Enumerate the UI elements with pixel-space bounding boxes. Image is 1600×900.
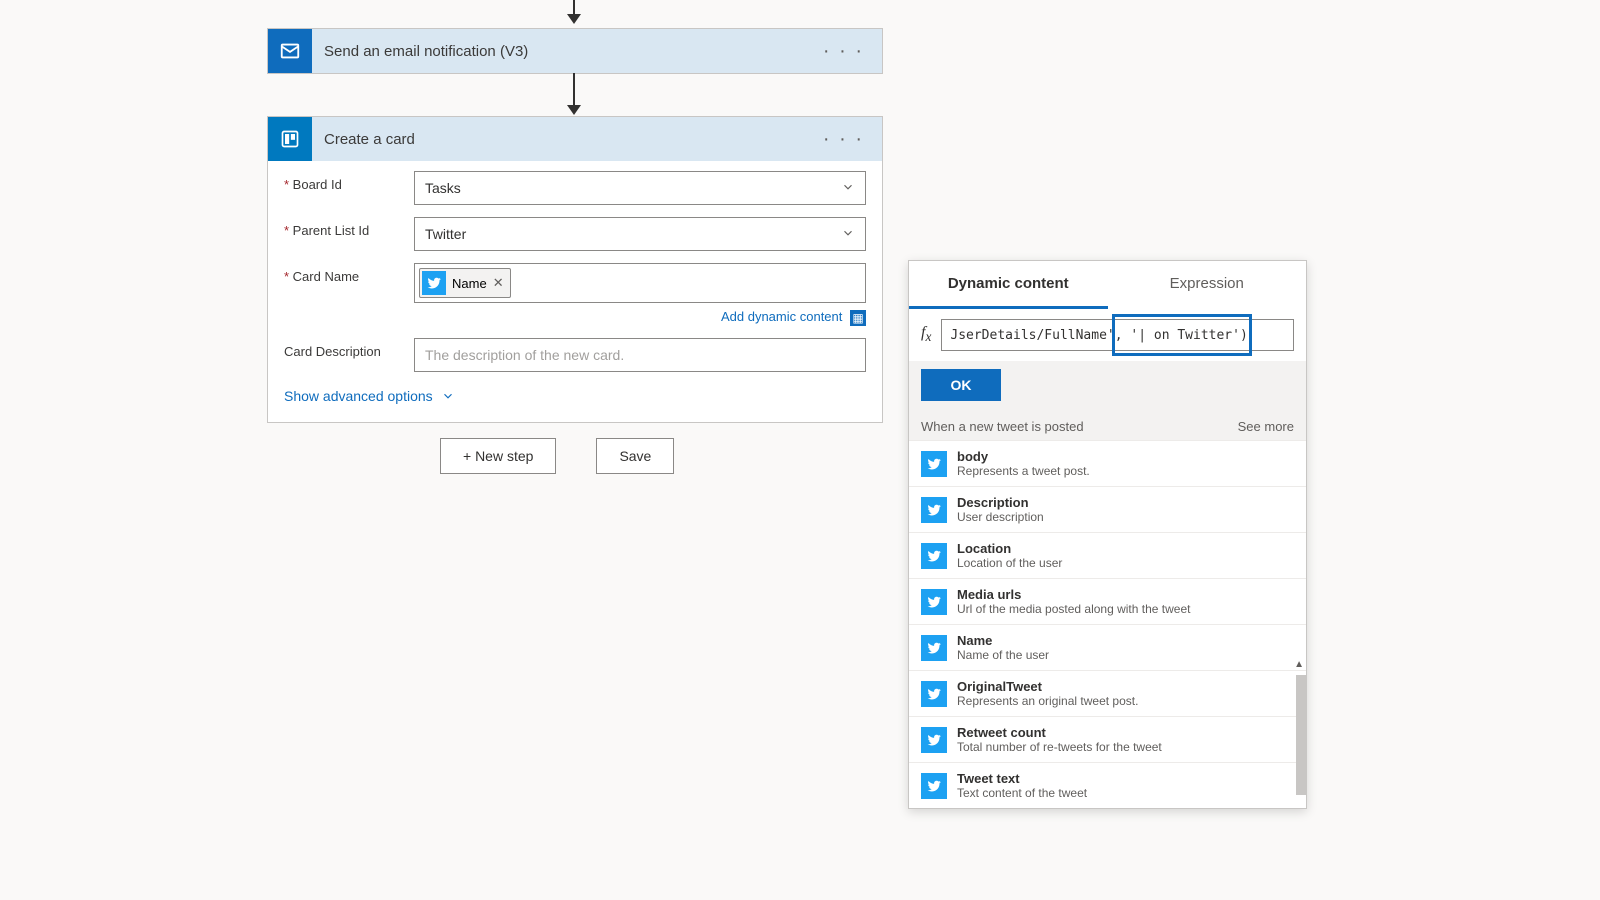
dc-item-title: Description <box>957 495 1044 510</box>
action-menu-button[interactable]: · · · <box>817 40 870 63</box>
twitter-icon <box>921 727 947 753</box>
action-title: Send an email notification (V3) <box>324 43 817 60</box>
dynamic-content-list[interactable]: bodyRepresents a tweet post.DescriptionU… <box>909 440 1306 808</box>
action-send-email: Send an email notification (V3) · · · <box>267 28 883 74</box>
ok-button[interactable]: OK <box>921 369 1001 401</box>
board-id-label: Board Id <box>284 171 414 192</box>
dc-item-desc: Text content of the tweet <box>957 786 1087 800</box>
dc-item-title: OriginalTweet <box>957 679 1138 694</box>
dc-item[interactable]: DescriptionUser description <box>909 486 1306 532</box>
dc-item-title: Media urls <box>957 587 1190 602</box>
parent-list-label: Parent List Id <box>284 217 414 238</box>
dynamic-content-popout: Dynamic content Expression fx JserDetail… <box>908 260 1307 809</box>
dc-item-desc: Total number of re-tweets for the tweet <box>957 740 1162 754</box>
dc-item[interactable]: Tweet textText content of the tweet <box>909 762 1306 808</box>
show-advanced-toggle[interactable]: Show advanced options <box>284 388 455 404</box>
dc-item-desc: Url of the media posted along with the t… <box>957 602 1190 616</box>
twitter-icon <box>921 497 947 523</box>
dc-item[interactable]: Media urlsUrl of the media posted along … <box>909 578 1306 624</box>
action-menu-button[interactable]: · · · <box>817 128 870 151</box>
board-id-value: Tasks <box>425 180 461 196</box>
tab-dynamic-content[interactable]: Dynamic content <box>909 261 1108 309</box>
chevron-down-icon <box>841 180 855 197</box>
dc-item-title: Retweet count <box>957 725 1162 740</box>
mail-icon <box>268 29 312 73</box>
dc-item-desc: User description <box>957 510 1044 524</box>
token-remove-icon[interactable]: ✕ <box>493 275 504 291</box>
dc-item[interactable]: Retweet countTotal number of re-tweets f… <box>909 716 1306 762</box>
dc-item-title: Location <box>957 541 1062 556</box>
twitter-icon <box>921 773 947 799</box>
new-step-button[interactable]: + New step <box>440 438 556 474</box>
dc-item[interactable]: bodyRepresents a tweet post. <box>909 440 1306 486</box>
trello-icon <box>268 117 312 161</box>
dc-item-title: Tweet text <box>957 771 1087 786</box>
parent-list-value: Twitter <box>425 226 466 242</box>
dc-item-desc: Name of the user <box>957 648 1049 662</box>
dc-item-title: Name <box>957 633 1049 648</box>
action-create-card: Create a card · · · Board Id Tasks Paren… <box>267 116 883 423</box>
dc-item-desc: Location of the user <box>957 556 1062 570</box>
show-advanced-label: Show advanced options <box>284 388 433 404</box>
add-dynamic-content-link[interactable]: Add dynamic content <box>721 309 842 324</box>
dc-item-desc: Represents an original tweet post. <box>957 694 1138 708</box>
flow-arrow-icon <box>573 0 575 22</box>
fx-icon: fx <box>921 324 931 345</box>
dc-group-title: When a new tweet is posted <box>921 419 1084 434</box>
add-dynamic-content-icon[interactable]: ▦ <box>850 310 866 326</box>
twitter-icon <box>921 543 947 569</box>
twitter-icon <box>921 589 947 615</box>
chevron-down-icon <box>841 226 855 243</box>
twitter-icon <box>422 271 446 295</box>
scroll-up-icon[interactable]: ▲ <box>1294 659 1304 670</box>
chevron-down-icon <box>441 389 455 403</box>
dc-item-title: body <box>957 449 1090 464</box>
card-name-input[interactable]: Name ✕ <box>414 263 866 303</box>
twitter-icon <box>921 681 947 707</box>
expression-input[interactable]: JserDetails/FullName', '| on Twitter') <box>941 319 1294 351</box>
twitter-icon <box>921 635 947 661</box>
card-desc-input[interactable]: The description of the new card. <box>414 338 866 372</box>
dc-item[interactable]: LocationLocation of the user <box>909 532 1306 578</box>
twitter-icon <box>921 451 947 477</box>
see-more-link[interactable]: See more <box>1238 419 1294 434</box>
card-name-label: Card Name <box>284 263 414 284</box>
flow-arrow-icon <box>573 73 575 113</box>
expression-text: JserDetails/FullName', '| on Twitter') <box>950 328 1247 343</box>
card-desc-label: Card Description <box>284 338 414 359</box>
dc-item[interactable]: NameName of the user <box>909 624 1306 670</box>
token-name[interactable]: Name ✕ <box>419 268 511 298</box>
tab-expression[interactable]: Expression <box>1108 261 1307 309</box>
token-label: Name <box>452 276 487 291</box>
save-button[interactable]: Save <box>596 438 674 474</box>
parent-list-select[interactable]: Twitter <box>414 217 866 251</box>
dc-item[interactable]: OriginalTweetRepresents an original twee… <box>909 670 1306 716</box>
board-id-select[interactable]: Tasks <box>414 171 866 205</box>
dc-item-desc: Represents a tweet post. <box>957 464 1090 478</box>
action-title: Create a card <box>324 131 817 148</box>
scrollbar-thumb[interactable] <box>1296 675 1306 795</box>
